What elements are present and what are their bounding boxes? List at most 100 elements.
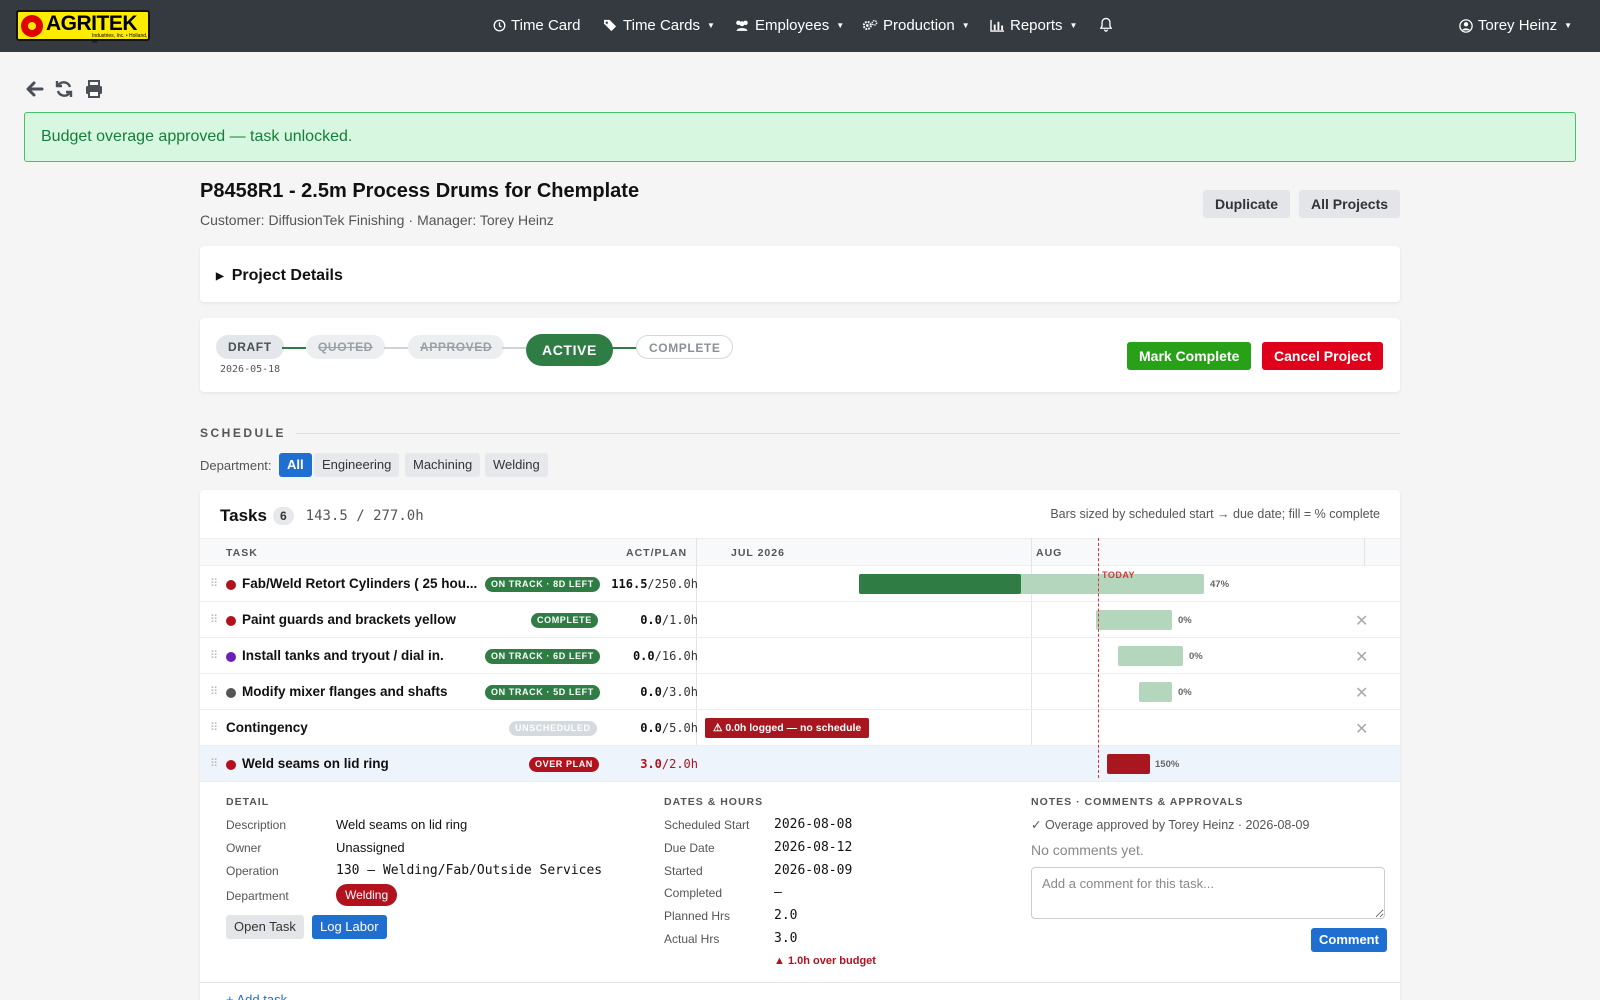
stage-connector: [612, 347, 636, 349]
duplicate-button[interactable]: Duplicate: [1203, 190, 1291, 218]
sched-start-label: Scheduled Start: [664, 818, 750, 832]
print-icon[interactable]: [84, 78, 104, 100]
gantt-bar[interactable]: [1139, 682, 1172, 702]
task-name[interactable]: Fab/Weld Retort Cylinders ( 25 hou...: [242, 576, 482, 591]
task-planned-hours: /1.0h: [661, 613, 698, 627]
task-status-dot: [226, 652, 236, 662]
task-count-badge: 6: [272, 507, 294, 525]
project-details-toggle[interactable]: ▶ Project Details: [216, 267, 343, 285]
drag-handle-icon[interactable]: ⠿: [210, 577, 218, 590]
top-navbar: AGRITEK Industries, Inc. • Holland, MI T…: [0, 0, 1600, 52]
bell-icon: [1099, 17, 1113, 32]
log-labor-button[interactable]: Log Labor: [312, 915, 387, 939]
task-name[interactable]: Install tanks and tryout / dial in.: [242, 648, 482, 663]
nav-reports[interactable]: Reports ▼: [990, 17, 1077, 34]
users-icon: [736, 20, 748, 31]
open-task-button[interactable]: Open Task: [226, 915, 304, 939]
back-arrow-icon[interactable]: [24, 78, 44, 100]
task-grid-header: TASK ACT/PLAN JUL 2026 AUG: [200, 538, 1400, 566]
remove-task-icon[interactable]: ✕: [1355, 683, 1368, 703]
task-percent: 0%: [1189, 651, 1203, 662]
refresh-icon[interactable]: [54, 78, 74, 100]
task-row[interactable]: ⠿ Install tanks and tryout / dial in. ON…: [200, 638, 1400, 674]
task-row[interactable]: ⠿ Modify mixer flanges and shafts ON TRA…: [200, 674, 1400, 710]
dept-filter-welding[interactable]: Welding: [485, 453, 548, 477]
remove-task-icon[interactable]: ✕: [1355, 647, 1368, 667]
task-hours: 3.0/2.0h: [640, 757, 698, 771]
cancel-project-button[interactable]: Cancel Project: [1262, 342, 1384, 370]
task-hours: 0.0/5.0h: [640, 721, 698, 735]
mark-complete-button[interactable]: Mark Complete: [1127, 342, 1252, 370]
department-label: Department: [226, 889, 289, 903]
agritek-logo[interactable]: AGRITEK Industries, Inc. • Holland, MI: [16, 10, 150, 45]
remove-task-icon[interactable]: ✕: [1355, 611, 1368, 631]
clock-icon: [493, 19, 506, 32]
tags-icon: [604, 19, 617, 32]
nav-production-label: Production: [883, 17, 955, 34]
operation-label: Operation: [226, 864, 279, 878]
stage-approved: APPROVED: [408, 335, 505, 359]
comment-input[interactable]: [1031, 867, 1385, 919]
project-details-card: ▶ Project Details: [200, 246, 1400, 302]
task-percent: 47%: [1210, 579, 1230, 590]
gears-icon: [862, 19, 878, 31]
task-row[interactable]: ⠿ Contingency UNSCHEDULED 0.0/5.0h ⚠ 0.0…: [200, 710, 1400, 746]
task-percent: 150%: [1155, 759, 1180, 770]
user-circle-icon: [1459, 18, 1473, 33]
task-row[interactable]: ⠿ Fab/Weld Retort Cylinders ( 25 hou... …: [200, 566, 1400, 602]
task-name[interactable]: Modify mixer flanges and shafts: [242, 684, 482, 699]
planned-hrs-value: 2.0: [774, 908, 798, 923]
due-date-value: 2026-08-12: [774, 840, 853, 855]
nav-time-card[interactable]: Time Card: [493, 17, 580, 34]
task-planned-hours: /5.0h: [661, 721, 698, 735]
task-status-badge: COMPLETE: [531, 613, 598, 628]
due-date-label: Due Date: [664, 841, 715, 855]
nav-time-cards[interactable]: Time Cards ▼: [603, 17, 715, 34]
task-status-badge: ON TRACK · 8D LEFT: [485, 577, 600, 592]
dept-filter-machining[interactable]: Machining: [405, 453, 481, 477]
subtitle-separator: ·: [408, 212, 414, 228]
no-comments-text: No comments yet.: [1031, 842, 1144, 858]
add-task-divider: [200, 982, 1400, 983]
drag-handle-icon[interactable]: ⠿: [210, 613, 218, 626]
add-task-link[interactable]: + Add task: [226, 992, 287, 1000]
project-details-label: Project Details: [231, 267, 343, 284]
drag-handle-icon[interactable]: ⠿: [210, 649, 218, 662]
nav-production[interactable]: Production ▼: [862, 17, 970, 34]
schedule-heading: SCHEDULE: [200, 426, 287, 440]
chevron-down-icon: ▼: [961, 21, 970, 30]
task-name[interactable]: Contingency: [226, 720, 466, 735]
dept-filter-all[interactable]: All: [279, 453, 312, 477]
gantt-bar[interactable]: [1118, 646, 1183, 666]
drag-handle-icon[interactable]: ⠿: [210, 721, 218, 734]
all-projects-button[interactable]: All Projects: [1299, 190, 1401, 218]
task-hours: 0.0/1.0h: [640, 613, 698, 627]
drag-handle-icon[interactable]: ⠿: [210, 685, 218, 698]
nav-time-card-label: Time Card: [511, 17, 581, 34]
task-name[interactable]: Paint guards and brackets yellow: [242, 612, 482, 627]
task-planned-hours: /16.0h: [654, 649, 698, 663]
task-row[interactable]: ⠿ Paint guards and brackets yellow COMPL…: [200, 602, 1400, 638]
today-label: TODAY: [1102, 570, 1136, 580]
task-name[interactable]: Weld seams on lid ring: [242, 756, 482, 771]
chevron-down-icon: ▼: [836, 21, 845, 30]
task-percent: 0%: [1178, 615, 1192, 626]
task-row-selected[interactable]: ⠿ Weld seams on lid ring OVER PLAN 3.0/2…: [200, 746, 1400, 782]
remove-task-icon[interactable]: ✕: [1355, 719, 1368, 739]
nav-employees[interactable]: Employees ▼: [734, 17, 844, 34]
task-planned-hours: /250.0h: [647, 577, 698, 591]
notifications-button[interactable]: [1099, 17, 1113, 32]
dept-filter-engineering[interactable]: Engineering: [314, 453, 400, 477]
description-label: Description: [226, 818, 287, 832]
comment-button[interactable]: Comment: [1311, 928, 1387, 952]
started-value: 2026-08-09: [774, 863, 853, 878]
sched-start-value: 2026-08-08: [774, 817, 853, 832]
tasks-title: Tasks: [220, 506, 267, 525]
drag-handle-icon[interactable]: ⠿: [210, 757, 218, 770]
user-menu[interactable]: Torey Heinz ▼: [1459, 17, 1572, 34]
gantt-bar[interactable]: [1107, 754, 1150, 774]
gantt-bar[interactable]: [1096, 610, 1172, 630]
col-task: TASK: [226, 547, 258, 559]
no-schedule-warning: ⚠ 0.0h logged — no schedule: [705, 718, 870, 738]
owner-label: Owner: [226, 841, 262, 855]
